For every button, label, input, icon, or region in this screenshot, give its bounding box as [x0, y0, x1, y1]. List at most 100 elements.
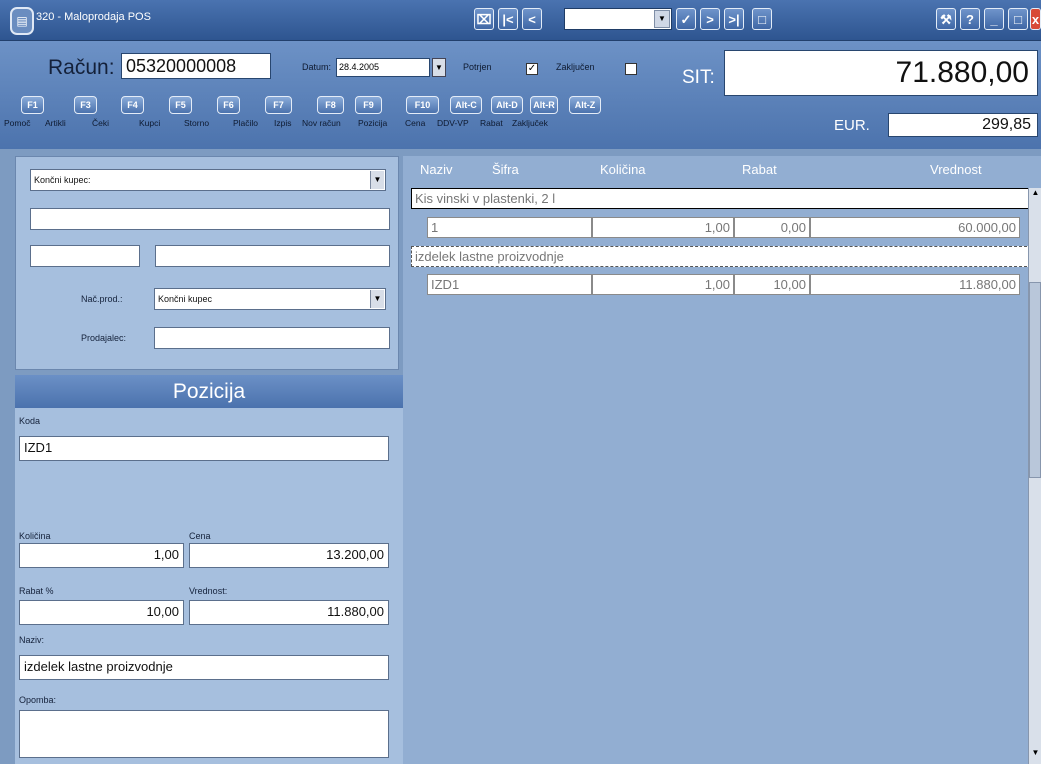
- table-row[interactable]: Kis vinski v plastenki, 2 l: [411, 188, 1032, 209]
- naziv-input[interactable]: izdelek lastne proizvodnje: [19, 655, 389, 680]
- fkey-f3-button[interactable]: F3: [74, 96, 97, 114]
- kupec-name-field[interactable]: [30, 208, 390, 230]
- potrjen-checkbox[interactable]: ✓: [526, 63, 538, 75]
- koda-input[interactable]: IZD1: [19, 436, 389, 461]
- fkey-caption: Plačilo: [233, 118, 259, 128]
- col-naziv[interactable]: Naziv: [420, 162, 453, 177]
- fkey-caption: Zaključek: [512, 118, 548, 128]
- invoice-header: Račun: 05320000008 Datum: 28.4.2005 ▼ Po…: [0, 41, 1041, 149]
- rabat-input[interactable]: 10,00: [19, 600, 184, 625]
- prodajalec-label: Prodajalec:: [81, 333, 127, 343]
- pozicija-title: Pozicija: [15, 375, 403, 408]
- scrollbar-thumb[interactable]: [1029, 282, 1041, 478]
- fkey-caption: DDV-VP: [437, 118, 469, 128]
- table-row-selected[interactable]: izdelek lastne proizvodnje: [411, 246, 1032, 267]
- fkey-caption: Kupci: [139, 118, 161, 128]
- row-rabat[interactable]: 10,00: [734, 274, 810, 295]
- customer-panel: Končni kupec: ▼ Nač.prod.: Končni kupec ▼ …: [15, 156, 399, 370]
- prev-icon[interactable]: <: [522, 8, 542, 30]
- datum-label: Datum:: [302, 62, 332, 72]
- fkey-f8-button[interactable]: F8: [317, 96, 344, 114]
- opomba-input[interactable]: [19, 710, 389, 758]
- eur-label: EUR.: [834, 117, 870, 134]
- kupec-city-field[interactable]: [155, 245, 390, 267]
- fkey-caption: Artikli: [45, 118, 66, 128]
- fkey-f4-button[interactable]: F4: [121, 96, 144, 114]
- fkey-caption: Rabat: [480, 118, 503, 128]
- chevron-down-icon[interactable]: ▼: [654, 10, 670, 28]
- fkey-alt-r-button[interactable]: Alt-R: [530, 96, 558, 114]
- tools-icon[interactable]: ⚒: [936, 8, 956, 30]
- document-icon[interactable]: ▤: [10, 7, 34, 35]
- row-kolicina[interactable]: 1,00: [592, 274, 734, 295]
- racun-input[interactable]: 05320000008: [121, 53, 271, 79]
- col-vrednost[interactable]: Vrednost: [930, 162, 982, 177]
- col-sifra[interactable]: Šifra: [492, 162, 519, 177]
- col-kolicina[interactable]: Količina: [600, 162, 646, 177]
- fkey-caption: Izpis: [274, 118, 292, 128]
- zakljucen-label: Zaključen: [556, 62, 595, 72]
- row-rabat[interactable]: 0,00: [734, 217, 810, 238]
- sit-label: SIT:: [682, 67, 715, 88]
- first-icon[interactable]: |<: [498, 8, 518, 30]
- scroll-up-icon[interactable]: ▲: [1029, 188, 1041, 202]
- opomba-label: Opomba:: [19, 695, 57, 705]
- cena-label: Cena: [189, 531, 211, 541]
- sit-total: 71.880,00: [724, 50, 1038, 96]
- fkey-caption: Pozicija: [358, 118, 388, 128]
- vrednost-input[interactable]: 11.880,00: [189, 600, 389, 625]
- fkey-caption: Čeki: [92, 118, 110, 128]
- maximize-icon[interactable]: □: [1008, 8, 1028, 30]
- kolicina-input[interactable]: 1,00: [19, 543, 184, 568]
- last-icon[interactable]: >|: [724, 8, 744, 30]
- row-sifra[interactable]: IZD1: [427, 274, 592, 295]
- vrednost-label: Vrednost:: [189, 586, 228, 596]
- fkey-alt-c-button[interactable]: Alt-C: [450, 96, 482, 114]
- window-title: 320 - Maloprodaja POS: [36, 11, 151, 23]
- kupec-postcode-field[interactable]: [30, 245, 140, 267]
- fkey-f5-button[interactable]: F5: [169, 96, 192, 114]
- close-icon[interactable]: x: [1030, 8, 1041, 30]
- nac-prod-select[interactable]: Končni kupec ▼: [154, 288, 386, 310]
- page-icon[interactable]: □: [752, 8, 772, 30]
- prodajalec-field[interactable]: [154, 327, 390, 349]
- fkey-caption: Cena: [405, 118, 426, 128]
- fkey-alt-d-button[interactable]: Alt-D: [491, 96, 523, 114]
- nac-prod-label: Nač.prod.:: [81, 294, 123, 304]
- fkey-f9-button[interactable]: F9: [355, 96, 382, 114]
- fkey-f10-button[interactable]: F10: [406, 96, 439, 114]
- row-vrednost[interactable]: 60.000,00: [810, 217, 1020, 238]
- kupec-select-value: Končni kupec:: [34, 175, 91, 185]
- chevron-down-icon[interactable]: ▼: [370, 290, 384, 308]
- scroll-down-icon[interactable]: ▼: [1029, 748, 1041, 762]
- zakljucen-checkbox[interactable]: [625, 63, 637, 75]
- record-select[interactable]: ▼: [564, 8, 672, 30]
- fkey-f6-button[interactable]: F6: [217, 96, 240, 114]
- help-icon[interactable]: ?: [960, 8, 980, 30]
- calendar-dropdown-icon[interactable]: ▼: [432, 58, 446, 77]
- fkey-alt-z-button[interactable]: Alt-Z: [569, 96, 601, 114]
- cancel-icon[interactable]: ⌧: [474, 8, 494, 30]
- fkey-f1-button[interactable]: F1: [21, 96, 44, 114]
- kupec-select[interactable]: Končni kupec: ▼: [30, 169, 386, 191]
- kolicina-label: Količina: [19, 531, 51, 541]
- cena-input[interactable]: 13.200,00: [189, 543, 389, 568]
- row-sifra[interactable]: 1: [427, 217, 592, 238]
- row-vrednost[interactable]: 11.880,00: [810, 274, 1020, 295]
- fkey-caption: Pomoč: [4, 118, 31, 128]
- fkey-f7-button[interactable]: F7: [265, 96, 292, 114]
- apply-icon[interactable]: ✓: [676, 8, 696, 30]
- fkey-caption: Nov račun: [302, 118, 341, 128]
- naziv-label: Naziv:: [19, 635, 45, 645]
- row-kolicina[interactable]: 1,00: [592, 217, 734, 238]
- col-rabat[interactable]: Rabat: [742, 162, 777, 177]
- next-icon[interactable]: >: [700, 8, 720, 30]
- vertical-scrollbar[interactable]: ▲ ▼: [1028, 188, 1041, 764]
- nac-prod-value: Končni kupec: [158, 294, 213, 304]
- chevron-down-icon[interactable]: ▼: [370, 171, 384, 189]
- potrjen-label: Potrjen: [463, 62, 492, 72]
- koda-label: Koda: [19, 416, 41, 426]
- minimize-icon[interactable]: _: [984, 8, 1004, 30]
- datum-input[interactable]: 28.4.2005: [336, 58, 430, 77]
- pozicija-panel: Pozicija Koda IZD1 Količina 1,00 Cena 13…: [15, 375, 403, 764]
